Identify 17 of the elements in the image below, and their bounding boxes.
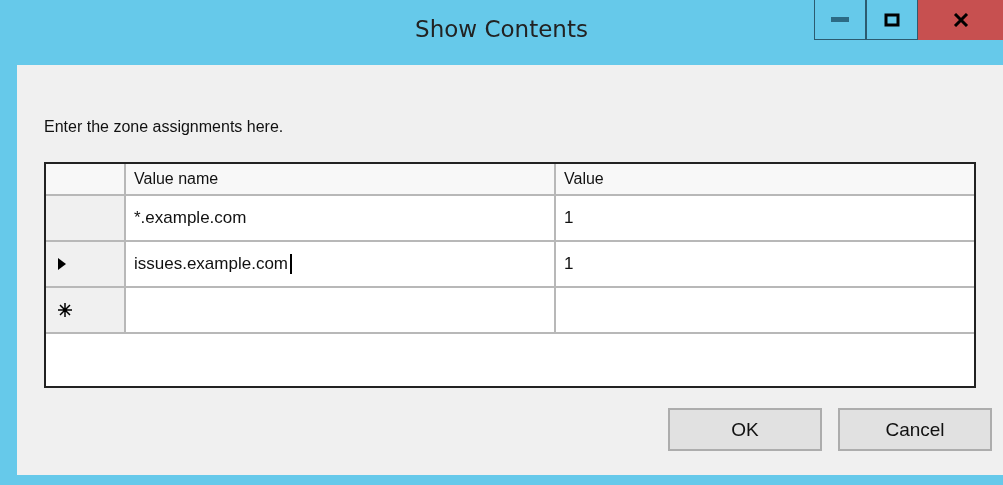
- close-icon: [952, 12, 969, 27]
- new-row-icon: [58, 303, 72, 317]
- cancel-button[interactable]: Cancel: [838, 408, 992, 451]
- table-cell[interactable]: issues.example.com: [126, 242, 556, 286]
- instruction-text: Enter the zone assignments here.: [44, 118, 285, 137]
- table-cell[interactable]: *.example.com: [126, 196, 556, 240]
- table-cell[interactable]: 1: [556, 242, 974, 286]
- row-header[interactable]: [46, 288, 126, 332]
- maximize-icon: [884, 12, 900, 27]
- current-row-icon: [58, 258, 66, 270]
- ok-button[interactable]: OK: [668, 408, 822, 451]
- minimize-icon: [831, 16, 849, 23]
- table-cell[interactable]: 1: [556, 196, 974, 240]
- window-title: Show Contents: [415, 15, 588, 42]
- text-cursor: [290, 254, 292, 274]
- maximize-button[interactable]: [866, 0, 918, 40]
- minimize-button[interactable]: [814, 0, 866, 40]
